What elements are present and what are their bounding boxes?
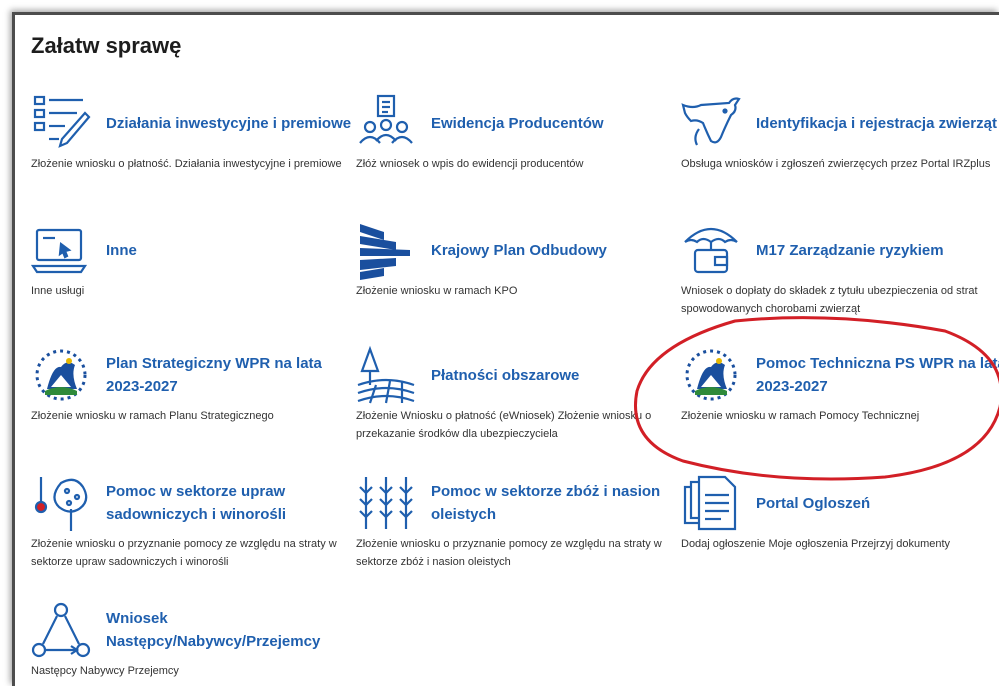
tile-krajowy-plan-odbudowy[interactable]: Krajowy Plan Odbudowy Złożenie wniosku w… bbox=[356, 220, 676, 297]
tile-title[interactable]: Inne bbox=[106, 220, 356, 280]
tile-platnosci-obszarowe[interactable]: Płatności obszarowe Złożenie Wniosku o p… bbox=[356, 345, 676, 440]
tile-title[interactable]: Działania inwestycyjne i premiowe bbox=[106, 93, 356, 153]
tile-title[interactable]: Pomoc w sektorze upraw sadowniczych i wi… bbox=[106, 473, 356, 533]
tile-dzialania-inwestycyjne[interactable]: Działania inwestycyjne i premiowe Złożen… bbox=[31, 93, 351, 170]
tile-description: Dodaj ogłoszenie Moje ogłoszenia Przejrz… bbox=[681, 538, 951, 550]
tile-title[interactable]: Identyfikacja i rejestracja zwierząt bbox=[756, 93, 999, 153]
tile-description: Inne usługi bbox=[31, 285, 85, 297]
main-panel: Załatw sprawę Działania inwestycyjne i p… bbox=[12, 12, 999, 686]
tile-m17-zarzadzanie-ryzykiem[interactable]: M17 Zarządzanie ryzykiem Wniosek o dopła… bbox=[681, 220, 999, 315]
tile-description: Wniosek o dopłaty do składek z tytułu ub… bbox=[681, 285, 978, 315]
tile-description: Złożenie wniosku o przyznanie pomocy ze … bbox=[31, 538, 337, 568]
eu-stars-emblem-icon[interactable] bbox=[681, 345, 741, 405]
umbrella-wallet-icon[interactable] bbox=[681, 220, 741, 280]
tile-title[interactable]: M17 Zarządzanie ryzykiem bbox=[756, 220, 999, 280]
eu-stars-emblem-icon[interactable] bbox=[31, 345, 91, 405]
documents-icon[interactable] bbox=[681, 473, 741, 533]
tile-identyfikacja-zwierzat[interactable]: Identyfikacja i rejestracja zwierząt Obs… bbox=[681, 93, 999, 170]
tile-description: Następcy Nabywcy Przejemcy bbox=[31, 665, 179, 677]
page-title: Załatw sprawę bbox=[31, 33, 182, 58]
tile-title[interactable]: Plan Strategiczny WPR na lata 2023-2027 bbox=[106, 345, 356, 405]
laptop-icon[interactable] bbox=[30, 220, 91, 280]
tile-description: Złożenie wniosku w ramach Planu Strategi… bbox=[31, 410, 274, 422]
tile-description: Złożenie wniosku o płatność. Działania i… bbox=[31, 158, 342, 170]
tile-wniosek-nastepcy[interactable]: Wniosek Następcy/Nabywcy/Przejemcy Nastę… bbox=[31, 600, 351, 677]
tile-title[interactable]: Płatności obszarowe bbox=[431, 345, 681, 405]
tile-description: Złożenie Wniosku o płatność (eWniosek) Z… bbox=[356, 410, 652, 440]
grain-icon[interactable] bbox=[356, 473, 416, 533]
kpo-logo-icon[interactable] bbox=[356, 220, 416, 280]
tile-description: Obsługa wniosków i zgłoszeń zwierzęcych … bbox=[681, 158, 991, 170]
tile-description: Złóż wniosek o wpis do ewidencji produce… bbox=[356, 158, 584, 170]
successor-cycle-icon[interactable] bbox=[31, 600, 91, 660]
cow-icon[interactable] bbox=[681, 93, 741, 153]
fruit-tree-thermometer-icon[interactable] bbox=[31, 473, 91, 533]
tile-portal-ogloszen[interactable]: Portal Ogloszeń Dodaj ogłoszenie Moje og… bbox=[681, 473, 999, 550]
form-pencil-icon[interactable] bbox=[31, 93, 91, 153]
tile-plan-strategiczny-wpr[interactable]: Plan Strategiczny WPR na lata 2023-2027 … bbox=[31, 345, 351, 422]
tile-pomoc-techniczna-ps-wpr[interactable]: Pomoc Techniczna PS WPR na lata 2023-202… bbox=[681, 345, 999, 422]
field-tree-icon[interactable] bbox=[356, 345, 416, 405]
tile-pomoc-sektor-zboz[interactable]: Pomoc w sektorze zbóż i nasion oleistych… bbox=[356, 473, 676, 568]
tile-title[interactable]: Wniosek Następcy/Nabywcy/Przejemcy bbox=[106, 600, 356, 660]
tile-inne[interactable]: Inne Inne usługi bbox=[30, 220, 351, 297]
producers-register-icon[interactable] bbox=[356, 93, 416, 153]
tile-ewidencja-producentow[interactable]: Ewidencja Producentów Złóż wniosek o wpi… bbox=[356, 93, 676, 170]
tile-title[interactable]: Portal Ogloszeń bbox=[756, 473, 999, 533]
tile-title[interactable]: Pomoc Techniczna PS WPR na lata 2023-202… bbox=[756, 345, 999, 405]
tile-title[interactable]: Ewidencja Producentów bbox=[431, 93, 681, 153]
tile-description: Złożenie wniosku w ramach KPO bbox=[356, 285, 518, 297]
tile-description: Złożenie wniosku w ramach Pomocy Technic… bbox=[681, 410, 920, 422]
tile-title[interactable]: Krajowy Plan Odbudowy bbox=[431, 220, 681, 280]
tile-pomoc-sektor-upraw-sadowniczych[interactable]: Pomoc w sektorze upraw sadowniczych i wi… bbox=[31, 473, 351, 568]
tile-description: Złożenie wniosku o przyznanie pomocy ze … bbox=[356, 538, 662, 568]
tile-title[interactable]: Pomoc w sektorze zbóż i nasion oleistych bbox=[431, 473, 681, 533]
